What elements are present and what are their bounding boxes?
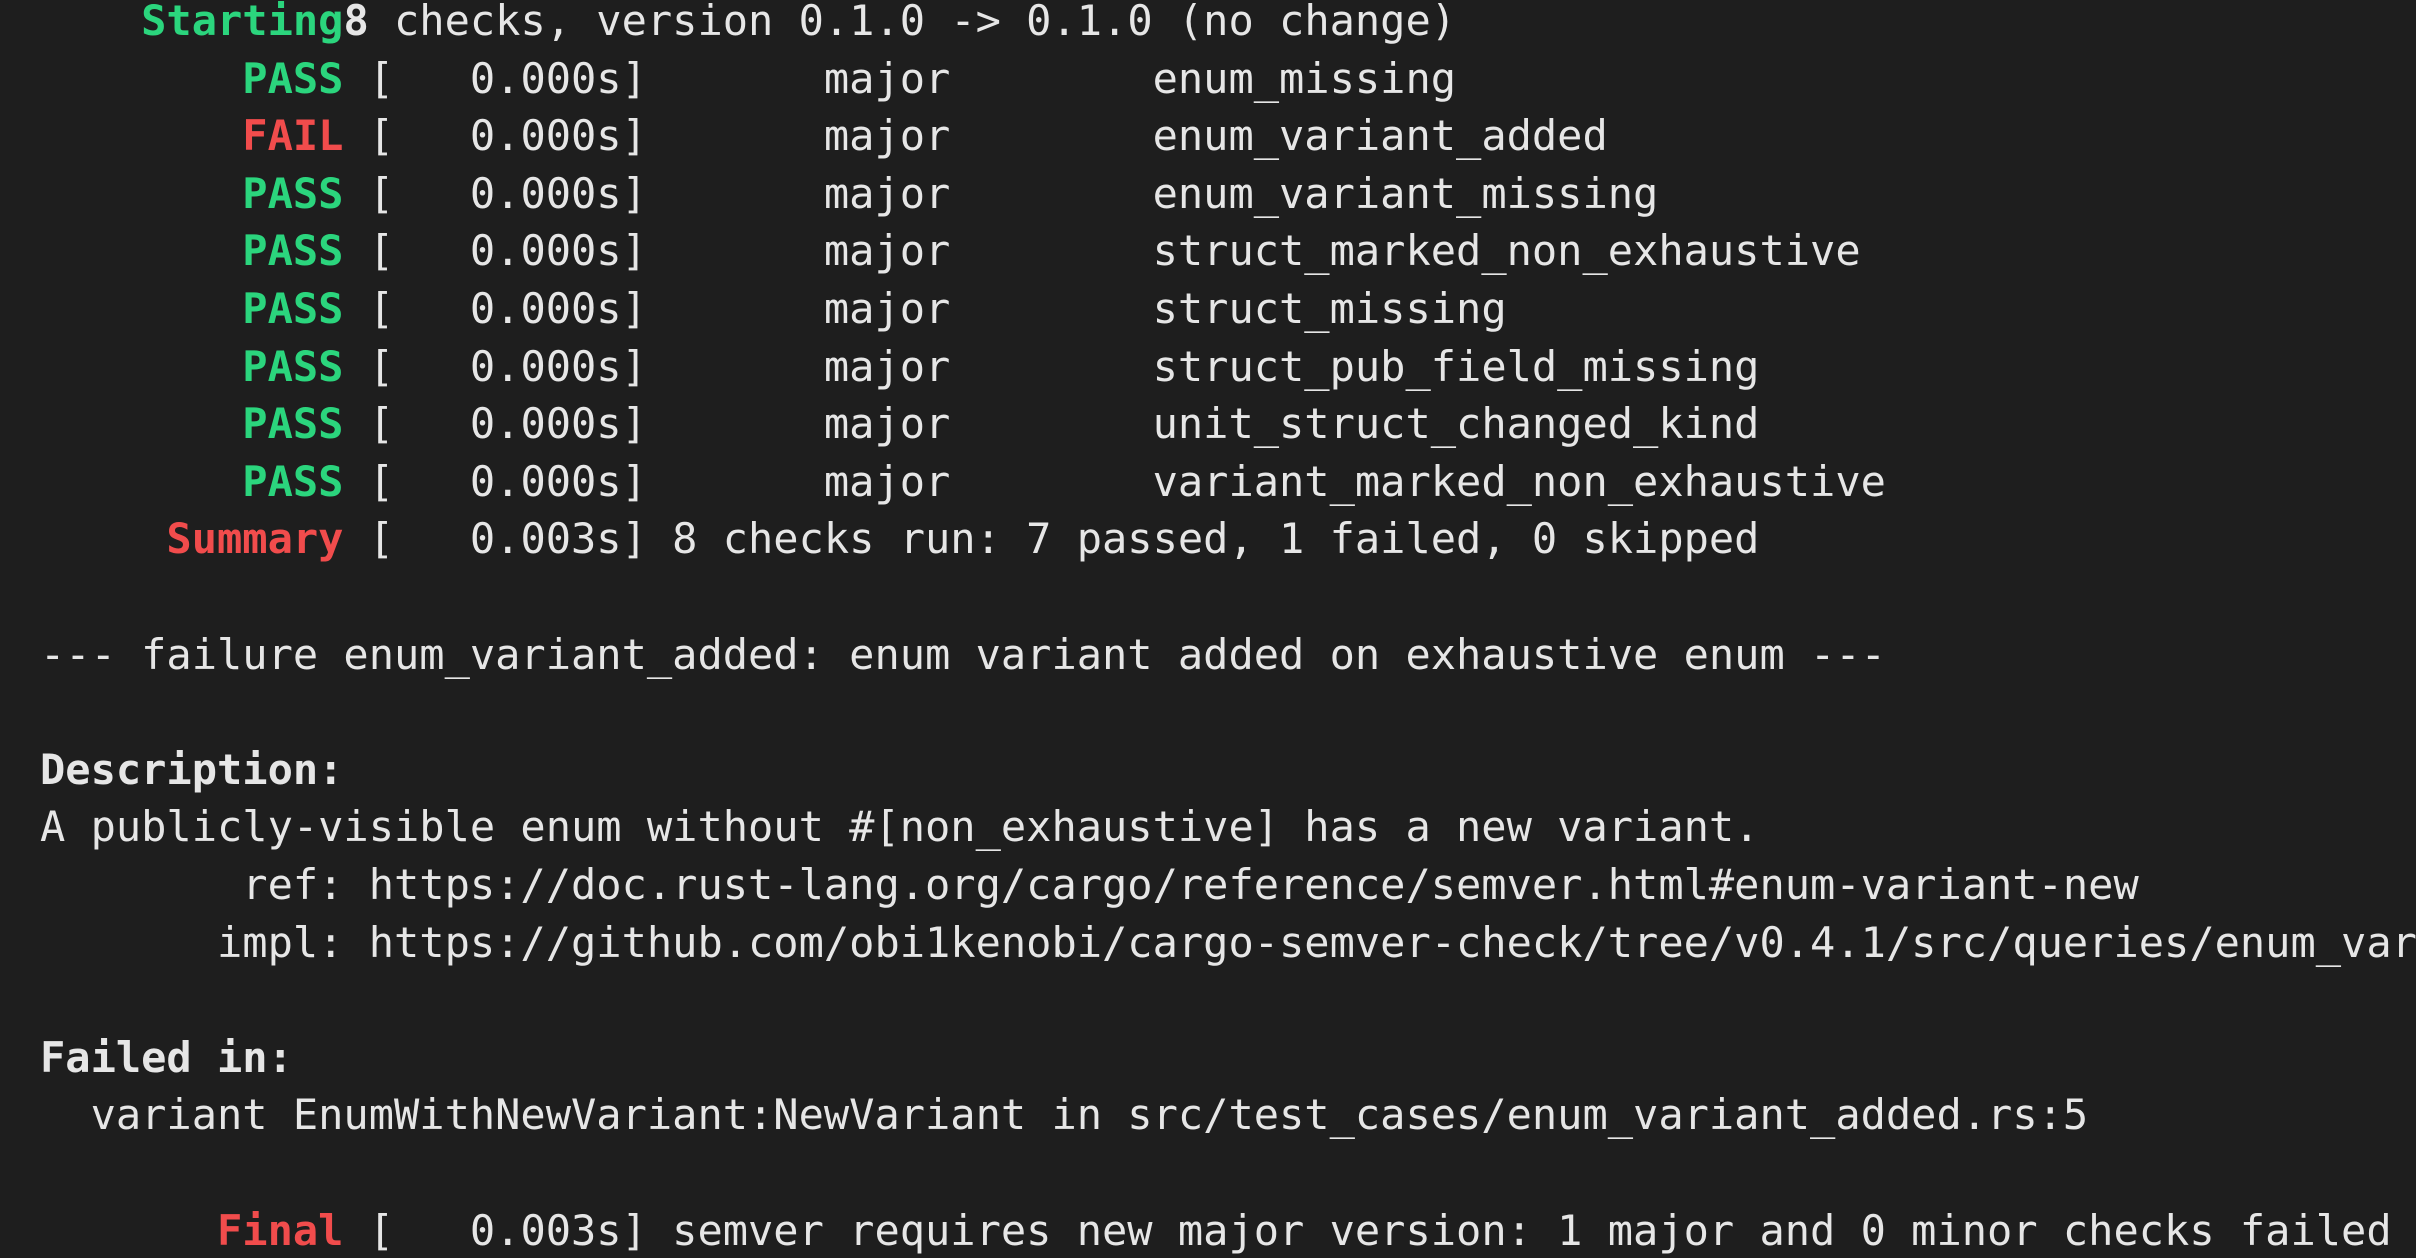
starting-keyword: Starting [40, 0, 344, 45]
check-details: [ 0.000s] major struct_marked_non_exhaus… [343, 226, 1861, 276]
check-details: [ 0.000s] major enum_variant_added [343, 111, 1608, 161]
check-status: PASS [40, 456, 344, 506]
check-status: PASS [40, 53, 344, 103]
check-status: PASS [40, 226, 344, 276]
header-text: checks, version 0.1.0 -> 0.1.0 (no chang… [368, 0, 1457, 45]
check-details: [ 0.000s] major struct_pub_field_missing [343, 341, 1760, 391]
final-text: [ 0.003s] semver requires new major vers… [343, 1205, 2392, 1255]
check-details: [ 0.000s] major enum_variant_missing [343, 168, 1659, 218]
check-details: [ 0.000s] major unit_struct_changed_kind [343, 399, 1760, 449]
header-line: Starting8 checks, version 0.1.0 -> 0.1.0… [40, 0, 1456, 50]
check-row: FAIL [ 0.000s] major enum_variant_added [40, 107, 1608, 165]
check-status: PASS [40, 168, 344, 218]
description-text: A publicly-visible enum without #[non_ex… [40, 802, 1760, 852]
summary-line: Summary [ 0.003s] 8 checks run: 7 passed… [40, 510, 1759, 568]
failed-in-label: Failed in: [40, 1032, 293, 1082]
failure-header: --- failure enum_variant_added: enum var… [40, 629, 1886, 679]
check-row: PASS [ 0.000s] major struct_pub_field_mi… [40, 338, 1759, 396]
check-status: PASS [40, 341, 344, 391]
check-details: [ 0.000s] major enum_missing [343, 53, 1457, 103]
summary-text: [ 0.003s] 8 checks run: 7 passed, 1 fail… [343, 514, 1760, 564]
check-row: PASS [ 0.000s] major enum_variant_missin… [40, 165, 1658, 223]
terminal-output[interactable]: Starting8 checks, version 0.1.0 -> 0.1.0… [0, 0, 2416, 1258]
description-label: Description: [40, 744, 344, 794]
check-row: PASS [ 0.000s] major enum_missing [40, 50, 1456, 108]
check-row: PASS [ 0.000s] major struct_missing [40, 280, 1507, 338]
check-status: FAIL [40, 111, 344, 161]
check-row: PASS [ 0.000s] major struct_marked_non_e… [40, 222, 1861, 280]
check-details: [ 0.000s] major struct_missing [343, 284, 1507, 333]
check-details: [ 0.000s] major variant_marked_non_exhau… [343, 456, 1886, 506]
summary-keyword: Summary [40, 514, 344, 564]
check-count: 8 [343, 0, 369, 45]
check-row: PASS [ 0.000s] major unit_struct_changed… [40, 395, 1759, 453]
check-row: PASS [ 0.000s] major variant_marked_non_… [40, 453, 1886, 511]
final-line: Final [ 0.003s] semver requires new majo… [40, 1202, 2392, 1258]
check-status: PASS [40, 284, 344, 333]
ref-link[interactable]: ref: https://doc.rust-lang.org/cargo/ref… [40, 856, 2138, 914]
impl-link[interactable]: impl: https://github.com/obi1kenobi/carg… [40, 914, 2416, 972]
failed-in-text: variant EnumWithNewVariant:NewVariant in… [40, 1090, 2089, 1140]
final-keyword: Final [40, 1205, 344, 1255]
check-status: PASS [40, 399, 344, 449]
